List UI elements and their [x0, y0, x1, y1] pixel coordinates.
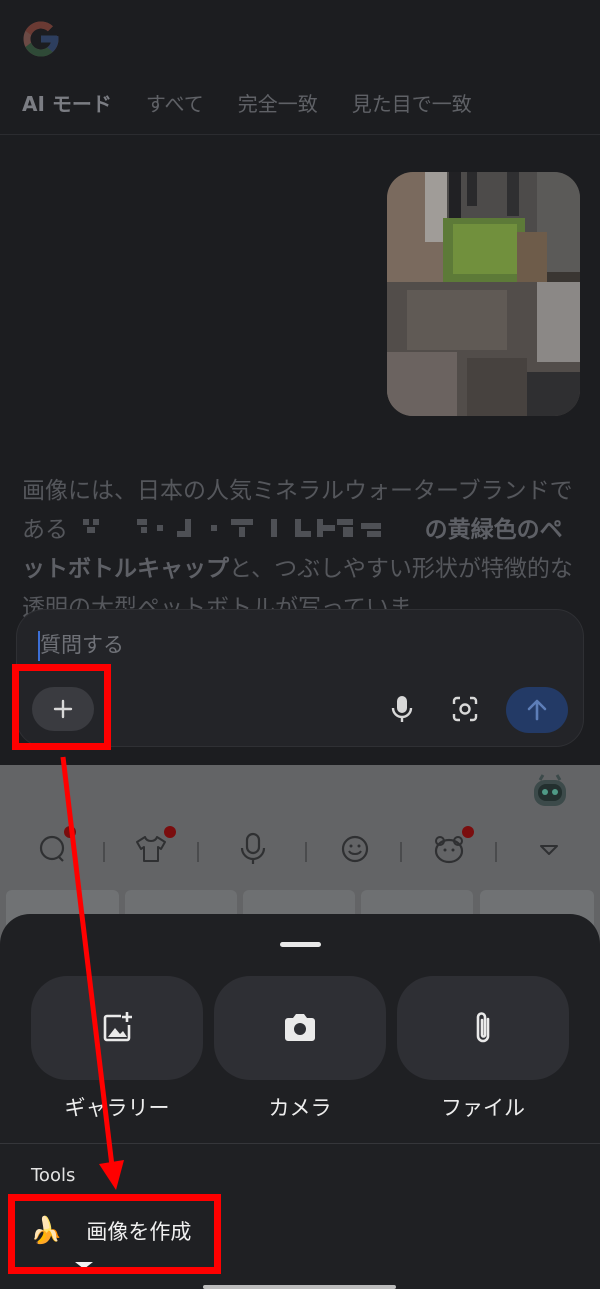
google-lens-icon[interactable] [450, 694, 480, 724]
notification-dot [64, 826, 76, 838]
tabs-divider [0, 134, 600, 135]
toolbar-divider [495, 842, 497, 862]
toolbar-divider [305, 842, 307, 862]
camera-label: カメラ [268, 1096, 332, 1120]
toolbar-divider [400, 842, 402, 862]
tab-all[interactable]: すべて [146, 88, 204, 122]
bear-sticker-icon[interactable] [432, 832, 466, 866]
ai-answer-text: 画像には、日本の人気ミネラルウォーターブランドである の黄緑色のペットボトルキャ… [22, 472, 578, 628]
gallery-button[interactable] [31, 976, 203, 1080]
tab-ai-mode[interactable]: AI モード [22, 88, 112, 122]
file-label: ファイル [441, 1096, 525, 1120]
uploaded-image-pixelated[interactable] [387, 172, 580, 416]
paperclip-icon [476, 1012, 490, 1043]
annotation-box-plus-button [12, 664, 111, 750]
collapse-triangle-icon[interactable] [532, 832, 566, 866]
sheet-drag-handle[interactable] [280, 942, 321, 947]
emoji-icon[interactable] [338, 832, 372, 866]
toolbar-divider [103, 842, 105, 862]
notification-dot [462, 826, 474, 838]
notification-dot [164, 826, 176, 838]
sheet-divider [0, 1143, 600, 1144]
google-logo-icon[interactable] [20, 18, 62, 60]
robot-mascot-icon[interactable] [532, 774, 568, 808]
search-tabs: AI モード すべて 完全一致 見た目で一致 [0, 88, 600, 122]
send-button[interactable] [506, 687, 568, 733]
home-indicator[interactable] [203, 1285, 396, 1289]
gallery-add-icon [103, 1012, 132, 1042]
toolbar-divider [197, 842, 199, 862]
file-button[interactable] [397, 976, 569, 1080]
tab-exact-match[interactable]: 完全一致 [238, 88, 318, 122]
redacted-brand-name [81, 515, 411, 539]
camera-icon [285, 1014, 315, 1041]
search-bubble-icon[interactable] [36, 832, 70, 866]
annotation-box-create-image [8, 1194, 221, 1274]
arrow-up-icon [527, 699, 547, 721]
microphone-icon[interactable] [388, 694, 416, 724]
text-cursor [38, 631, 40, 661]
camera-button[interactable] [214, 976, 386, 1080]
tools-heading: Tools [31, 1165, 76, 1186]
keyboard-microphone-icon[interactable] [236, 832, 270, 866]
search-app: AI モード すべて 完全一致 見た目で一致 画像には、日本の人気ミネラルウォー… [0, 0, 600, 765]
tab-visual-match[interactable]: 見た目で一致 [352, 88, 472, 122]
gallery-label: ギャラリー [64, 1096, 170, 1120]
tshirt-icon[interactable] [134, 832, 168, 866]
question-input[interactable]: 質問する [40, 629, 124, 661]
